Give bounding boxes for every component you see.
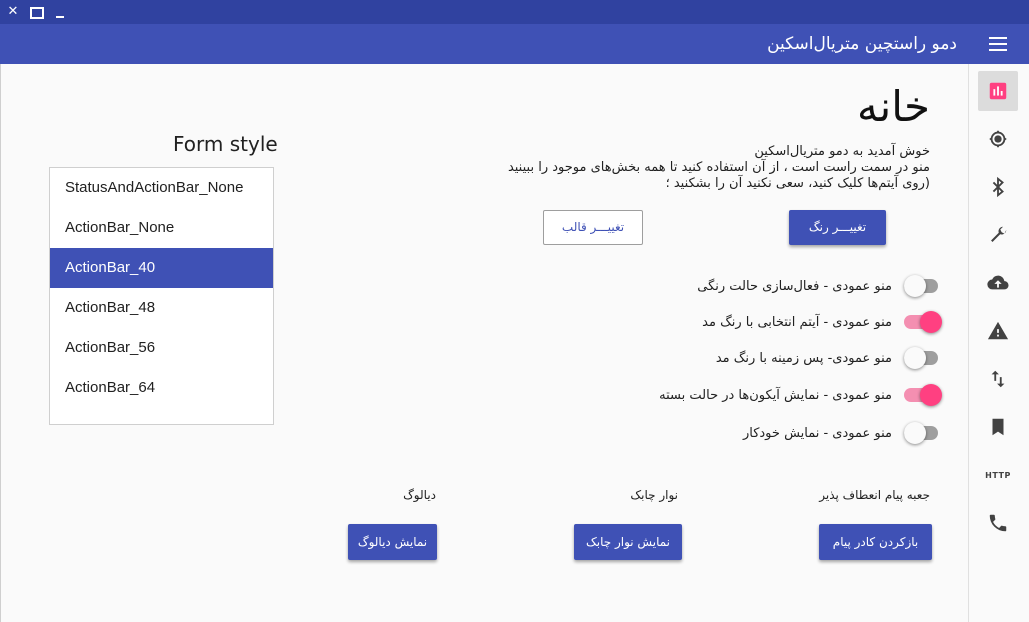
http-text: HTTP xyxy=(985,470,1011,480)
welcome-description: خوش آمدید به دمو متریال‌اسکین منو در سمت… xyxy=(410,144,930,192)
colored-mode-toggle[interactable] xyxy=(900,271,944,301)
show-icons-collapsed-toggle[interactable] xyxy=(900,380,944,410)
hamburger-icon[interactable] xyxy=(989,37,1007,51)
swap-vertical-icon[interactable] xyxy=(978,359,1018,399)
app-title: دمو راستچین متریال‌اسکین xyxy=(767,34,957,54)
window-title-bar: ✕ xyxy=(0,0,1029,24)
list-item[interactable]: ActionBar_None xyxy=(50,208,273,248)
switch-label: منو عمودی - نمایش خودکار xyxy=(742,425,892,441)
switch-row: منو عمودی - نمایش آیکون‌ها در حالت بسته xyxy=(659,380,944,410)
bluetooth-icon[interactable] xyxy=(978,167,1018,207)
list-item[interactable]: ActionBar_48 xyxy=(50,288,273,328)
switch-label: منو عمودی - نمایش آیکون‌ها در حالت بسته xyxy=(659,387,892,403)
switch-label: منو عمودی - آیتم انتخابی با رنگ مد xyxy=(702,314,892,330)
minimize-icon[interactable] xyxy=(51,3,69,21)
page-title: خانه xyxy=(857,82,930,131)
description-line: خوش آمدید به دمو متریال‌اسکین xyxy=(754,144,930,159)
open-messagebox-button[interactable]: بازکردن کادر پیام xyxy=(819,524,932,560)
switch-label: منو عمودی - فعال‌سازی حالت رنگی xyxy=(697,278,892,294)
chart-icon[interactable] xyxy=(978,71,1018,111)
form-style-list: StatusAndActionBar_None ActionBar_None A… xyxy=(49,167,274,425)
background-color-toggle[interactable] xyxy=(900,343,944,373)
cloud-upload-icon[interactable] xyxy=(978,263,1018,303)
show-snackbar-button[interactable]: نمایش نوار چابک xyxy=(574,524,682,560)
app-window: ✕ دمو راستچین متریال‌اسکین Form style St… xyxy=(0,0,1029,622)
wrench-icon[interactable] xyxy=(978,215,1018,255)
list-item[interactable]: ActionBar_56 xyxy=(50,328,273,368)
maximize-icon[interactable] xyxy=(27,3,45,21)
phone-icon[interactable] xyxy=(978,503,1018,543)
warning-icon[interactable] xyxy=(978,311,1018,351)
switch-row: منو عمودی - فعال‌سازی حالت رنگی xyxy=(697,271,944,301)
switch-row: منو عمودی - نمایش خودکار xyxy=(743,418,944,448)
switch-row: منو عمودی- پس زمینه با رنگ مد xyxy=(716,343,944,373)
description-line: (روی آیتم‌ها کلیک کنید، سعی نکنید آن را … xyxy=(665,176,930,191)
show-dialog-button[interactable]: نمایش دیالوگ xyxy=(348,524,437,560)
selected-item-color-toggle[interactable] xyxy=(900,307,944,337)
http-icon[interactable]: HTTP xyxy=(978,455,1018,495)
list-item[interactable]: StatusAndActionBar_None xyxy=(50,168,273,208)
gps-icon[interactable] xyxy=(978,119,1018,159)
change-theme-button[interactable]: تغییـــر قالب xyxy=(543,210,643,245)
app-toolbar: دمو راستچین متریال‌اسکین xyxy=(0,24,1029,64)
description-line: منو در سمت راست است ، از آن استفاده کنید… xyxy=(507,160,930,175)
snackbar-label: نوار چابک xyxy=(630,488,678,502)
dialog-label: دیالوگ xyxy=(403,488,436,502)
list-item[interactable]: ActionBar_64 xyxy=(50,368,273,408)
form-style-title: Form style xyxy=(173,132,278,156)
messagebox-label: جعبه پیام انعطاف پذیر xyxy=(819,488,930,502)
auto-show-toggle[interactable] xyxy=(900,418,944,448)
close-icon[interactable]: ✕ xyxy=(4,3,22,21)
switch-label: منو عمودی- پس زمینه با رنگ مد xyxy=(715,350,892,366)
list-item-selected[interactable]: ActionBar_40 xyxy=(50,248,273,288)
switch-row: منو عمودی - آیتم انتخابی با رنگ مد xyxy=(702,307,944,337)
change-color-button[interactable]: تغییـــر رنگ xyxy=(789,210,886,245)
bookmark-icon[interactable] xyxy=(978,407,1018,447)
main-content: Form style StatusAndActionBar_None Actio… xyxy=(0,64,968,622)
navigation-rail: HTTP xyxy=(968,64,1029,622)
